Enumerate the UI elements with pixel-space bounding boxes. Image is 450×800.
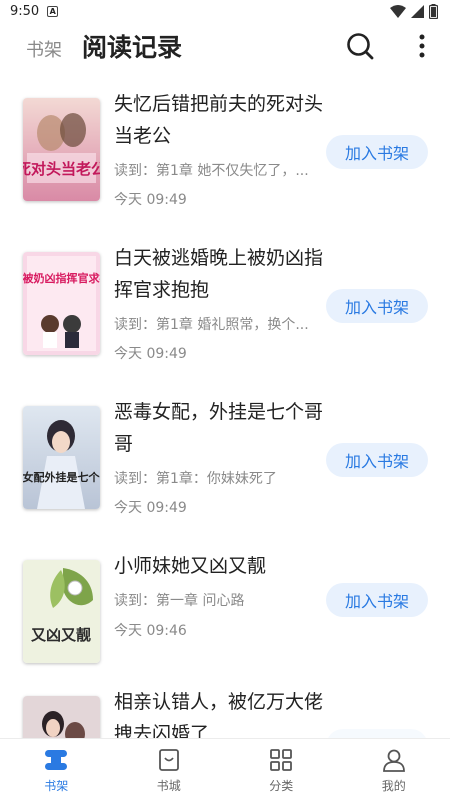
tab-label: 分类 (269, 779, 294, 793)
add-to-shelf-button[interactable]: 加入书架 (326, 289, 428, 323)
tab-profile-nav[interactable]: 我的 (338, 739, 450, 800)
page-title: 阅读记录 (82, 33, 183, 62)
cover-title: 又凶又靓 (31, 626, 91, 644)
add-to-shelf-button[interactable]: 加入书架 (326, 443, 428, 477)
read-progress: 读到：第一章 问心路 (114, 593, 245, 609)
reading-history-list[interactable]: 死对头当老公 失忆后错把前夫的死对头当老公 读到：第1章 她不仅失忆了，... … (0, 80, 450, 740)
read-progress: 读到：第1章 婚礼照常，换个... (114, 317, 309, 333)
read-time: 今天 09:49 (114, 346, 187, 362)
profile-icon (382, 749, 405, 772)
read-progress: 读到：第1章 她不仅失忆了，... (114, 163, 309, 179)
tab-bookshelf-nav[interactable]: 书架 (0, 739, 113, 800)
signal-icon (411, 4, 424, 18)
book-title[interactable]: 相亲认错人，被亿万大佬拽去闪婚了 (114, 686, 324, 740)
bookshelf-icon (45, 750, 68, 770)
book-cover[interactable] (23, 696, 100, 740)
notification-a-icon: A (47, 5, 59, 17)
tab-label: 我的 (381, 779, 406, 793)
book-title[interactable]: 恶毒女配，外挂是七个哥哥 (114, 396, 324, 460)
grid-icon (270, 749, 293, 771)
read-time: 今天 09:49 (114, 500, 187, 516)
book-cover[interactable]: 又凶又靓 (23, 560, 100, 663)
read-time: 今天 09:49 (114, 192, 187, 208)
header: 书架 阅读记录 (0, 22, 450, 68)
cover-title: 恶毒女配外挂是七个哥哥 (23, 470, 100, 484)
book-title[interactable]: 白天被逃婚晚上被奶凶指挥官求抱抱 (114, 242, 324, 306)
tab-bookshelf[interactable]: 书架 (26, 36, 62, 62)
status-time: 9:50 (10, 3, 40, 19)
add-to-shelf-button[interactable]: 加入书架 (326, 135, 428, 169)
cover-title: 晚上被奶凶指挥官求抱抱 (23, 271, 100, 285)
tab-label: 书城 (156, 779, 181, 793)
list-item[interactable]: 死对头当老公 失忆后错把前夫的死对头当老公 读到：第1章 她不仅失忆了，... … (0, 80, 450, 234)
book-title[interactable]: 失忆后错把前夫的死对头当老公 (114, 88, 324, 152)
tab-store-nav[interactable]: 书城 (113, 739, 226, 800)
read-progress: 读到：第1章：你妹妹死了 (114, 471, 277, 487)
book-cover[interactable]: 死对头当老公 (23, 98, 100, 201)
book-cover[interactable]: 恶毒女配外挂是七个哥哥 (23, 406, 100, 509)
search-icon[interactable] (345, 31, 375, 61)
store-icon (158, 749, 179, 771)
tab-category-nav[interactable]: 分类 (225, 739, 338, 800)
status-bar: 9:50 A (0, 0, 450, 22)
more-options-icon[interactable] (412, 31, 432, 61)
bottom-tab-bar: 书架 书城 分类 我的 (0, 738, 450, 800)
cover-title: 死对头当老公 (23, 160, 100, 178)
battery-icon (429, 3, 438, 19)
tab-label: 书架 (44, 779, 69, 793)
add-to-shelf-button[interactable]: 加入书架 (326, 583, 428, 617)
list-item[interactable]: 又凶又靓 小师妹她又凶又靓 读到：第一章 问心路 今天 09:46 加入书架 (0, 542, 450, 696)
wifi-icon (390, 4, 406, 18)
read-time: 今天 09:46 (114, 623, 187, 639)
list-item[interactable]: 恶毒女配外挂是七个哥哥 恶毒女配，外挂是七个哥哥 读到：第1章：你妹妹死了 今天… (0, 388, 450, 542)
list-item[interactable]: 相亲认错人，被亿万大佬拽去闪婚了 加入书架 (0, 678, 450, 740)
book-title[interactable]: 小师妹她又凶又靓 (114, 550, 324, 582)
book-cover[interactable]: 晚上被奶凶指挥官求抱抱 (23, 252, 100, 355)
list-item[interactable]: 晚上被奶凶指挥官求抱抱 白天被逃婚晚上被奶凶指挥官求抱抱 读到：第1章 婚礼照常… (0, 234, 450, 388)
